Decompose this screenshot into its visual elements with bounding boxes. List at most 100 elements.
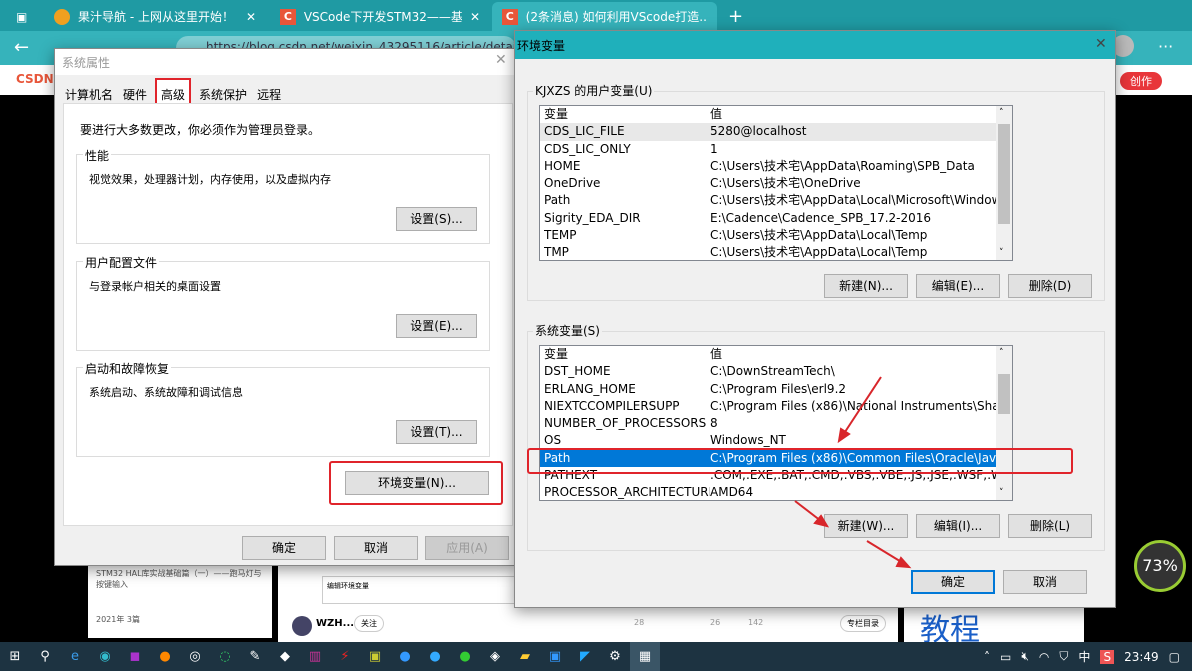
ok-button[interactable]: 确定 xyxy=(911,570,995,594)
scroll-up-icon[interactable]: ˄ xyxy=(999,108,1004,118)
app-icon[interactable]: ▣ xyxy=(360,642,390,671)
vscode-icon[interactable]: ◤ xyxy=(570,642,600,671)
app-icon[interactable]: ⚡ xyxy=(330,642,360,671)
volume-muted-icon[interactable]: 🔇︎ xyxy=(1021,649,1029,664)
follow-button[interactable]: 关注 xyxy=(354,615,384,632)
system-properties-icon[interactable]: ▦ xyxy=(630,642,660,671)
table-row[interactable]: TMP C:\Users\技术宅\AppData\Local\Temp xyxy=(540,244,1012,260)
search-icon[interactable]: ⚲ xyxy=(30,642,60,671)
app-icon[interactable]: ◈ xyxy=(480,642,510,671)
scrollbar[interactable]: ˄ ˅ xyxy=(996,346,1012,500)
table-row[interactable]: NIEXTCCOMPILERSUPP C:\Program Files (x86)… xyxy=(540,398,1012,415)
environment-variables-button[interactable]: 环境变量(N)... xyxy=(345,471,489,495)
ie-icon[interactable]: e xyxy=(60,642,90,671)
csdn-logo[interactable]: CSDN xyxy=(16,72,54,86)
group-desc: 与登录帐户相关的桌面设置 xyxy=(89,280,221,293)
user-edit-button[interactable]: 编辑(E)... xyxy=(916,274,1000,298)
close-tab-icon[interactable]: ✕ xyxy=(246,10,256,24)
author-avatar[interactable] xyxy=(292,616,312,636)
ime-indicator[interactable]: 中 xyxy=(1078,648,1090,665)
profiles-settings-button[interactable]: 设置(E)... xyxy=(396,314,477,338)
sogou-icon[interactable]: S xyxy=(1100,649,1115,664)
table-row[interactable]: DST_HOME C:\DownStreamTech\ xyxy=(540,363,1012,380)
column-header-variable[interactable]: 变量 xyxy=(544,346,710,363)
close-icon[interactable]: ✕ xyxy=(1095,36,1107,52)
speed-gauge: 73% xyxy=(1134,540,1186,592)
cubemx-icon[interactable]: ▣ xyxy=(540,642,570,671)
system-new-button[interactable]: 新建(W)... xyxy=(824,514,908,538)
notification-icon[interactable]: ▢ xyxy=(1169,650,1180,664)
article-card[interactable]: STM32 HAL库实战基础篇（一）——跑马灯与按键输入 2021年 3篇 xyxy=(88,560,272,638)
user-variables-list[interactable]: 变量值 CDS_LIC_FILE 5280@localhost CDS_LIC_ON… xyxy=(539,105,1013,261)
table-row[interactable]: CDS_LIC_FILE 5280@localhost xyxy=(540,123,1012,141)
table-row[interactable]: Path C:\Users\技术宅\AppData\Local\Microsoft… xyxy=(540,192,1012,209)
app-icon[interactable]: ◌ xyxy=(210,642,240,671)
performance-settings-button[interactable]: 设置(S)... xyxy=(396,207,477,231)
table-row[interactable]: CDS_LIC_ONLY 1 xyxy=(540,141,1012,158)
comment-count[interactable]: 26 xyxy=(710,618,720,627)
cancel-button[interactable]: 取消 xyxy=(1003,570,1087,594)
table-row[interactable]: TEMP C:\Users\技术宅\AppData\Local\Temp xyxy=(540,227,1012,244)
app-icon[interactable]: ▥ xyxy=(300,642,330,671)
star-count[interactable]: 142 xyxy=(748,618,763,627)
column-header-variable[interactable]: 变量 xyxy=(544,106,710,123)
table-row[interactable]: NUMBER_OF_PROCESSORS 8 xyxy=(540,415,1012,432)
scroll-down-icon[interactable]: ˅ xyxy=(999,488,1004,498)
close-tab-icon[interactable]: ✕ xyxy=(470,10,480,24)
scroll-thumb[interactable] xyxy=(998,124,1010,224)
table-row[interactable]: Sigrity_EDA_DIR E:\Cadence\Cadence_SPB_17… xyxy=(540,210,1012,227)
variable-name: DST_HOME xyxy=(544,364,611,379)
apply-button[interactable]: 应用(A) xyxy=(425,536,509,560)
startup-group: 启动和故障恢复 系统启动、系统故障和调试信息 设置(T)... xyxy=(76,360,490,457)
scroll-down-icon[interactable]: ˅ xyxy=(999,248,1004,258)
app-icon[interactable]: ◼ xyxy=(120,642,150,671)
browser-tab[interactable]: 果汁导航 - 上网从这里开始！ ✕ xyxy=(44,2,266,31)
startup-settings-button[interactable]: 设置(T)... xyxy=(396,420,477,444)
shield-icon[interactable]: ⛉ xyxy=(1059,649,1068,664)
ok-button[interactable]: 确定 xyxy=(242,536,326,560)
more-icon[interactable]: ··· xyxy=(1158,37,1173,56)
user-new-button[interactable]: 新建(N)... xyxy=(824,274,908,298)
table-row[interactable]: PROCESSOR_ARCHITECTURE AMD64 xyxy=(540,484,1012,500)
new-tab-button[interactable]: + xyxy=(718,2,753,31)
table-row[interactable]: HOME C:\Users\技术宅\AppData\Roaming\SPB_Dat… xyxy=(540,158,1012,175)
edge-icon[interactable]: ◉ xyxy=(90,642,120,671)
app-icon[interactable]: ● xyxy=(420,642,450,671)
column-button[interactable]: 专栏目录 xyxy=(840,615,886,632)
chevron-up-icon[interactable]: ˄ xyxy=(984,650,990,664)
wechat-icon[interactable]: ● xyxy=(450,642,480,671)
scroll-up-icon[interactable]: ˄ xyxy=(999,348,1004,358)
column-header-value[interactable]: 值 xyxy=(710,106,1012,123)
scrollbar[interactable]: ˄ ˅ xyxy=(996,106,1012,260)
user-delete-button[interactable]: 删除(D) xyxy=(1008,274,1092,298)
system-edit-button[interactable]: 编辑(I)... xyxy=(916,514,1000,538)
browser-tab[interactable]: C VSCode下开发STM32——基于K ✕ xyxy=(270,2,490,31)
scroll-thumb[interactable] xyxy=(998,374,1010,414)
file-explorer-icon[interactable]: ▰ xyxy=(510,642,540,671)
like-count[interactable]: 28 xyxy=(634,618,644,627)
close-icon[interactable]: ✕ xyxy=(495,52,507,68)
profiles-group: 用户配置文件 与登录帐户相关的桌面设置 设置(E)... xyxy=(76,254,490,351)
author-name[interactable]: WZH... xyxy=(316,618,354,629)
app-icon[interactable]: ◎ xyxy=(180,642,210,671)
cancel-button[interactable]: 取消 xyxy=(334,536,418,560)
start-icon[interactable]: ⊞ xyxy=(0,642,30,671)
app-icon[interactable]: ✎ xyxy=(240,642,270,671)
back-icon[interactable]: ← xyxy=(14,37,29,58)
tab-actions-icon[interactable]: ▣ xyxy=(6,2,37,31)
app-icon[interactable]: ● xyxy=(390,642,420,671)
variable-value: 5280@localhost xyxy=(710,124,807,139)
clock[interactable]: 23:49 xyxy=(1124,650,1159,664)
column-header-value[interactable]: 值 xyxy=(710,346,1012,363)
table-row[interactable]: ERLANG_HOME C:\Program Files\erl9.2 xyxy=(540,381,1012,398)
browser-tab-active[interactable]: C (2条消息) 如何利用VScode打造... xyxy=(492,2,717,31)
wifi-icon[interactable]: ◠ xyxy=(1039,650,1049,664)
settings-icon[interactable]: ⚙ xyxy=(600,642,630,671)
system-delete-button[interactable]: 删除(L) xyxy=(1008,514,1092,538)
system-variables-list[interactable]: 变量值 DST_HOME C:\DownStreamTech\ ERLANG_HOM… xyxy=(539,345,1013,501)
create-button[interactable]: 创作 xyxy=(1120,72,1162,90)
table-row[interactable]: OneDrive C:\Users\技术宅\OneDrive xyxy=(540,175,1012,192)
battery-icon[interactable]: ▭ xyxy=(1000,650,1011,664)
firefox-icon[interactable]: ● xyxy=(150,642,180,671)
app-icon[interactable]: ◆ xyxy=(270,642,300,671)
